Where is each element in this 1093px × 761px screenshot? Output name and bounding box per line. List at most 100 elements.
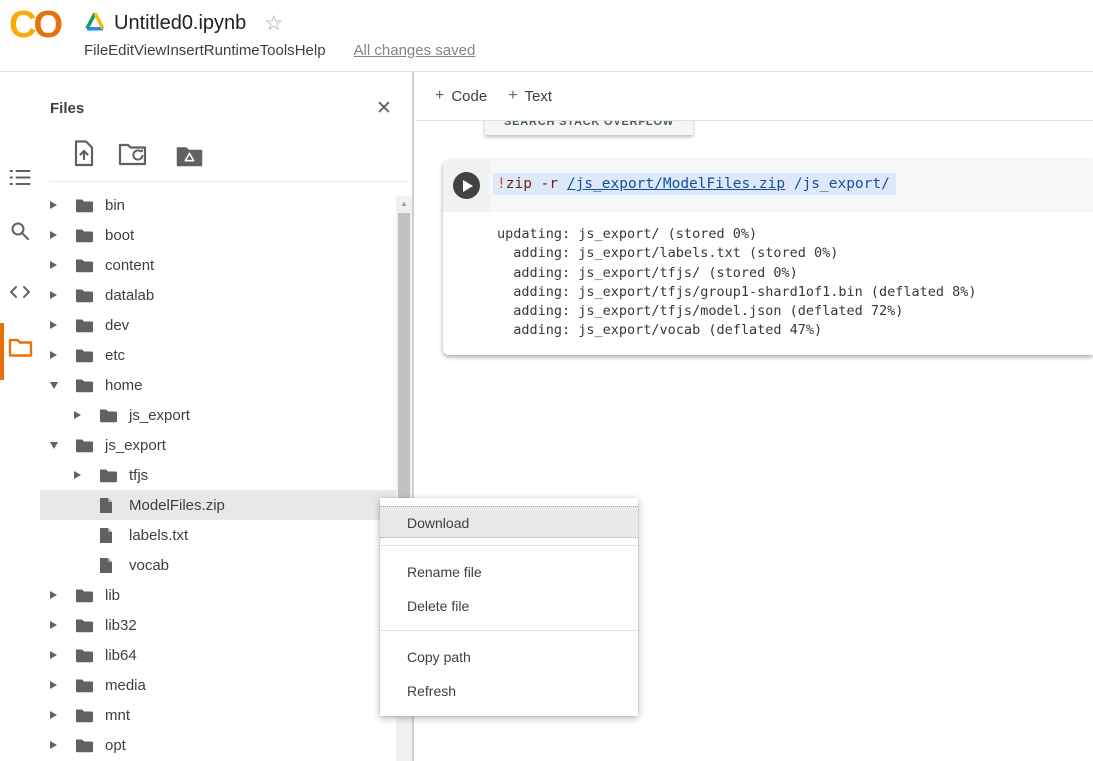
folder-icon <box>75 647 93 663</box>
folder-icon <box>75 317 93 333</box>
tree-row[interactable]: bin <box>40 190 396 220</box>
menu-item[interactable]: Tools <box>260 42 295 59</box>
code-line[interactable]: !zip -r /js_export/ModelFiles.zip /js_ex… <box>493 173 896 195</box>
context-menu-item[interactable] <box>380 630 638 631</box>
files-icon-active[interactable] <box>0 337 40 358</box>
expand-arrow[interactable] <box>46 651 75 659</box>
tree-row[interactable]: js_export <box>40 400 396 430</box>
add-text-button[interactable]: + Text <box>508 87 552 105</box>
folder-icon <box>75 587 93 603</box>
code-editor[interactable]: !zip -r /js_export/ModelFiles.zip /js_ex… <box>490 160 1093 212</box>
tree-item-label: tfjs <box>129 467 148 484</box>
expand-arrow[interactable] <box>70 471 99 479</box>
collapsed-arrow-icon <box>50 651 57 659</box>
folder-icon <box>75 677 93 693</box>
table-of-contents-icon[interactable] <box>0 169 40 186</box>
tree-row[interactable]: ModelFiles.zip <box>40 490 396 520</box>
folder-icon <box>75 347 93 363</box>
output-line: adding: js_export/vocab (deflated 47%) <box>497 321 1085 340</box>
tree-item-label: content <box>105 257 154 274</box>
expand-arrow[interactable] <box>46 681 75 689</box>
star-icon[interactable]: ☆ <box>264 13 283 34</box>
refresh-folder-icon[interactable] <box>118 142 148 172</box>
expand-arrow[interactable] <box>46 741 75 749</box>
expanded-arrow-icon <box>50 382 58 389</box>
folder-icon <box>75 377 93 393</box>
collapsed-arrow-icon <box>74 411 81 419</box>
expand-arrow[interactable] <box>46 591 75 599</box>
tree-item-label: media <box>105 677 146 694</box>
output-line: adding: js_export/tfjs/ (stored 0%) <box>497 264 1085 283</box>
close-icon[interactable]: ✕ <box>376 97 392 120</box>
expand-arrow[interactable] <box>46 621 75 629</box>
output-line: adding: js_export/tfjs/group1-shard1of1.… <box>497 283 1085 302</box>
expand-arrow[interactable] <box>46 321 75 329</box>
tree-row[interactable]: tfjs <box>40 460 396 490</box>
code-snippets-icon[interactable] <box>0 283 40 301</box>
title-row: Untitled0.ipynb ☆ <box>84 8 283 38</box>
collapsed-arrow-icon <box>50 201 57 209</box>
code-cell: !zip -r /js_export/ModelFiles.zip /js_ex… <box>443 160 1093 355</box>
run-cell-button[interactable] <box>453 172 480 199</box>
tree-row[interactable]: vocab <box>40 550 396 580</box>
file-icon <box>99 527 117 543</box>
collapsed-arrow-icon <box>74 471 81 479</box>
expand-arrow[interactable] <box>46 291 75 299</box>
add-code-button[interactable]: + Code <box>435 87 487 105</box>
output-line: adding: js_export/labels.txt (stored 0%) <box>497 244 1085 263</box>
menu-item[interactable]: File <box>84 42 108 59</box>
context-menu-item[interactable]: Copy path <box>380 640 638 674</box>
tree-row[interactable]: dev <box>40 310 396 340</box>
tree-row[interactable]: media <box>40 670 396 700</box>
scrollbar-up-arrow[interactable]: ▲ <box>396 199 412 208</box>
tree-row[interactable]: labels.txt <box>40 520 396 550</box>
folder-icon <box>99 467 117 483</box>
output-line: adding: js_export/tfjs/model.json (defla… <box>497 302 1085 321</box>
expand-arrow[interactable] <box>46 201 75 209</box>
collapsed-arrow-icon <box>50 231 57 239</box>
context-menu-item[interactable]: Download <box>380 506 638 538</box>
folder-icon <box>75 227 93 243</box>
mount-drive-icon[interactable] <box>176 146 203 172</box>
tree-row[interactable]: lib32 <box>40 610 396 640</box>
expand-arrow[interactable] <box>46 442 75 449</box>
plus-icon: + <box>435 87 444 105</box>
menu-item[interactable]: Help <box>295 42 326 59</box>
tree-row[interactable]: content <box>40 250 396 280</box>
menu-item[interactable]: Runtime <box>204 42 260 59</box>
menu-item[interactable]: View <box>134 42 166 59</box>
tree-item-label: mnt <box>105 707 130 724</box>
tree-row[interactable]: boot <box>40 220 396 250</box>
tree-row[interactable]: etc <box>40 340 396 370</box>
expand-arrow[interactable] <box>46 711 75 719</box>
colab-logo[interactable]: CO <box>9 4 60 47</box>
upload-file-icon[interactable] <box>72 140 96 172</box>
expand-arrow[interactable] <box>46 261 75 269</box>
expand-arrow[interactable] <box>70 411 99 419</box>
context-menu-item[interactable]: Rename file <box>380 555 638 589</box>
tree-row[interactable]: lib <box>40 580 396 610</box>
cell-toolbar: + Code + Text <box>416 72 1093 121</box>
tree-row[interactable]: mnt <box>40 700 396 730</box>
tree-row[interactable]: opt <box>40 730 396 760</box>
tree-row[interactable]: lib64 <box>40 640 396 670</box>
all-changes-saved-link[interactable]: All changes saved <box>354 42 476 59</box>
folder-icon <box>75 437 93 453</box>
menu-item[interactable]: Edit <box>108 42 134 59</box>
tree-row[interactable]: datalab <box>40 280 396 310</box>
scrollbar-thumb[interactable] <box>398 213 410 521</box>
tree-row[interactable]: home <box>40 370 396 400</box>
collapsed-arrow-icon <box>50 591 57 599</box>
expand-arrow[interactable] <box>46 231 75 239</box>
expand-arrow[interactable] <box>46 351 75 359</box>
expand-arrow[interactable] <box>46 382 75 389</box>
context-menu-item[interactable] <box>380 545 638 546</box>
context-menu-item[interactable]: Delete file <box>380 589 638 623</box>
search-icon[interactable] <box>0 221 40 241</box>
notebook-title[interactable]: Untitled0.ipynb <box>114 12 246 35</box>
tree-row[interactable]: js_export <box>40 430 396 460</box>
context-menu-item[interactable]: Refresh <box>380 674 638 708</box>
menu-item[interactable]: Insert <box>166 42 204 59</box>
code-token: zip -r <box>506 176 567 192</box>
tree-item-label: opt <box>105 737 126 754</box>
